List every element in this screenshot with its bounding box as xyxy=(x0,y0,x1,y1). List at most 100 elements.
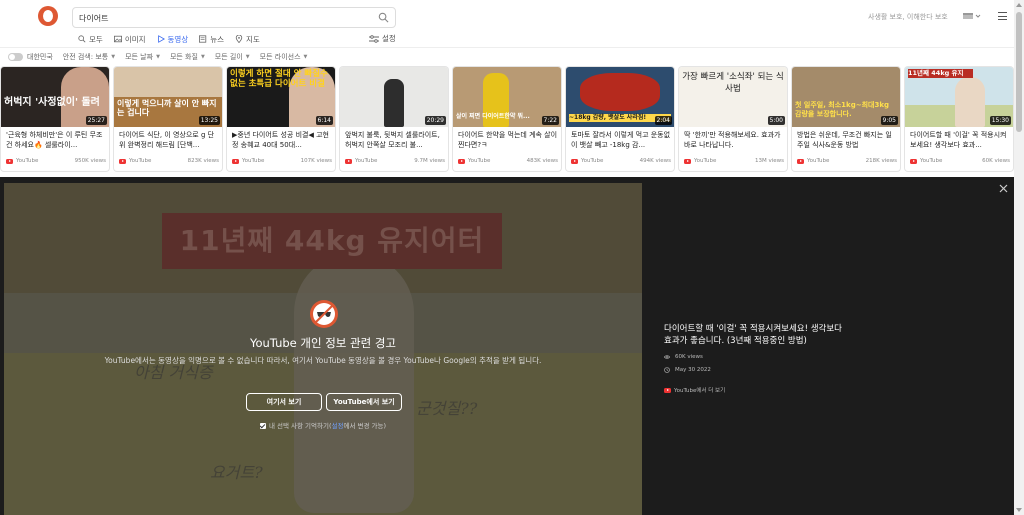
video-duration: 25:27 xyxy=(85,116,107,125)
date-filter[interactable]: 모든 날짜 ▼ xyxy=(125,52,160,62)
scrollbar-thumb[interactable] xyxy=(1016,12,1022,132)
tab-news[interactable]: 뉴스 xyxy=(199,34,224,44)
video-detail-title[interactable]: 다이어트할 때 '이걸' 꼭 적용시켜보세요! 생각보다 효과가 좋습니다. (… xyxy=(664,323,844,347)
more-on-youtube-link[interactable]: YouTube에서 더 보기 xyxy=(664,386,844,394)
quality-filter[interactable]: 모든 화질 ▼ xyxy=(170,52,205,62)
video-title[interactable]: 다이어트 한약을 먹는데 계속 살이 찐다면?ㅋ xyxy=(458,130,558,150)
settings-button[interactable]: 설정 xyxy=(369,33,396,44)
video-title[interactable]: ▶중년 다이어트 성공 비결◀ 고현정 송혜교 40대 50대... xyxy=(232,130,332,150)
video-card[interactable]: 가장 빠르게 '소식좌' 되는 식사법 5:00 딱 '한끼'만 적용해보세요.… xyxy=(679,67,787,171)
video-card[interactable]: 20:29 앞벅지 불룩, 뒷벅지 셀룰라이트, 허벅지 안쪽살 모조리 불..… xyxy=(340,67,448,171)
video-source: YouTube xyxy=(807,158,830,164)
hamburger-menu-icon[interactable] xyxy=(998,12,1007,20)
remember-choice: 내 선택 사항 기억하기(설정에서 변경 가능) xyxy=(4,420,642,430)
tab-images[interactable]: 이미지 xyxy=(113,34,146,44)
video-views: 9.7M views xyxy=(414,158,445,164)
video-card[interactable]: 허벅지 '사정없이' 돌려 25:27 '근육형 하체비만'은 이 루틴 무조건… xyxy=(1,67,109,171)
thumbnail-caption: 이렇게 먹으니까 살이 안 빠지는 겁니다 xyxy=(117,99,217,117)
tab-maps[interactable]: 지도 xyxy=(235,34,260,44)
video-source: YouTube xyxy=(694,158,717,164)
watch-here-button[interactable]: 여기서 보기 xyxy=(246,393,322,411)
youtube-icon xyxy=(458,158,465,164)
video-thumbnail[interactable]: 이렇게 하면 절대 안 빠질수없는 초특급 다이어트 비결 6:14 xyxy=(227,67,335,127)
video-info-panel: 다이어트할 때 '이걸' 꼭 적용시켜보세요! 생각보다 효과가 좋습니다. (… xyxy=(664,323,844,394)
video-thumbnail[interactable]: 허벅지 '사정없이' 돌려 25:27 xyxy=(1,67,109,127)
video-detail-overlay: 11년째 44kg 유지어터 아침 거식증 군것질?? 요거트? YouTube… xyxy=(0,177,1014,515)
chevron-down-icon: ▼ xyxy=(200,54,205,60)
video-meta: YouTube 9.7M views xyxy=(345,158,445,164)
video-title[interactable]: 딱 '한끼'만 적용해보세요. 효과가 바로 나타납니다. xyxy=(684,130,784,150)
tab-label: 동영상 xyxy=(167,34,189,44)
video-detail-date: May 30 2022 xyxy=(664,367,844,373)
map-pin-icon xyxy=(235,35,243,43)
search-icon[interactable] xyxy=(378,12,389,23)
search-icon xyxy=(78,35,86,43)
tab-label: 지도 xyxy=(246,34,260,44)
youtube-privacy-warning: YouTube 개인 정보 관련 경고 YouTube에서는 동영상을 익명으로… xyxy=(4,183,642,515)
image-icon xyxy=(113,35,122,43)
scroll-down-arrow-icon[interactable] xyxy=(1016,508,1022,512)
region-filter[interactable]: 대한민국 xyxy=(8,52,53,62)
video-card[interactable]: ~18kg 감량, 뱃살도 사라짐! 2:04 토마토 잘라서 이렇게 먹고 운… xyxy=(566,67,674,171)
region-flag-icon[interactable] xyxy=(963,12,981,20)
close-icon[interactable] xyxy=(999,184,1008,193)
video-thumbnail[interactable]: ~18kg 감량, 뱃살도 사라짐! 2:04 xyxy=(566,67,674,127)
video-card[interactable]: 이렇게 하면 절대 안 빠질수없는 초특급 다이어트 비결 6:14 ▶중년 다… xyxy=(227,67,335,171)
video-views: 13M views xyxy=(754,158,784,164)
youtube-icon xyxy=(664,387,671,393)
settings-link[interactable]: 설정 xyxy=(332,422,344,430)
video-meta: YouTube 483K views xyxy=(458,158,558,164)
video-card[interactable]: 11년째 44kg 유지 15:30 다이어트할 때 '이걸' 꼭 적용시켜보세… xyxy=(905,67,1013,171)
video-title[interactable]: 다이어트 식단, 이 영상으로 g 단위 완벽정리 해드림 [단백... xyxy=(119,130,219,150)
page-scrollbar[interactable] xyxy=(1014,0,1024,515)
header-divider xyxy=(0,47,1014,48)
tab-all[interactable]: 모두 xyxy=(78,34,103,44)
remember-checkbox[interactable] xyxy=(259,423,266,429)
region-toggle[interactable] xyxy=(8,53,23,61)
privacy-warning-icon xyxy=(310,300,338,328)
privacy-warning-title: YouTube 개인 정보 관련 경고 xyxy=(249,336,397,350)
header-privacy-text[interactable]: 사생활 보호, 이해한다 보호 xyxy=(868,12,948,22)
watch-on-youtube-button[interactable]: YouTube에서 보기 xyxy=(326,393,402,411)
scroll-up-arrow-icon[interactable] xyxy=(1016,3,1022,7)
video-thumbnail[interactable]: 이렇게 먹으니까 살이 안 빠지는 겁니다 13:25 xyxy=(114,67,222,127)
remember-suffix: 에서 변경 가능) xyxy=(343,422,387,430)
video-title[interactable]: '근육형 하체비만'은 이 루틴 무조건 하세요🔥 셀룰라이... xyxy=(6,130,106,150)
video-thumbnail[interactable]: 첫 일주일, 최소1kg~최대3kg 감량을 보장합니다. 9:05 xyxy=(792,67,900,127)
video-thumbnail[interactable]: 살이 찌면 다이어트한약 뭐... 7:22 xyxy=(453,67,561,127)
video-meta: YouTube 107K views xyxy=(232,158,332,164)
length-filter[interactable]: 모든 길이 ▼ xyxy=(215,52,250,62)
license-label: 모든 라이선스 xyxy=(259,53,301,61)
video-card[interactable]: 살이 찌면 다이어트한약 뭐... 7:22 다이어트 한약을 먹는데 계속 살… xyxy=(453,67,561,171)
video-meta: YouTube 950K views xyxy=(6,158,106,164)
video-thumbnail[interactable]: 가장 빠르게 '소식좌' 되는 식사법 5:00 xyxy=(679,67,787,127)
safe-search-filter[interactable]: 안전 검색: 보통 ▼ xyxy=(63,52,115,62)
search-input[interactable] xyxy=(79,11,369,25)
video-views: 107K views xyxy=(300,158,332,164)
video-views: 823K views xyxy=(187,158,219,164)
video-title[interactable]: 앞벅지 불룩, 뒷벅지 셀룰라이트, 허벅지 안쪽살 모조리 불... xyxy=(345,130,445,150)
date-label: 모든 날짜 xyxy=(125,53,154,61)
video-thumbnail[interactable]: 11년째 44kg 유지 15:30 xyxy=(905,67,1013,127)
video-source: YouTube xyxy=(242,158,265,164)
video-title[interactable]: 토마토 잘라서 이렇게 먹고 운동없이 뱃살 빼고 -18kg 감... xyxy=(571,130,671,150)
video-thumbnail[interactable]: 20:29 xyxy=(340,67,448,127)
video-duration: 13:25 xyxy=(198,116,220,125)
video-meta: YouTube 60K views xyxy=(910,158,1010,164)
date-text: May 30 2022 xyxy=(675,367,711,373)
video-title[interactable]: 다이어트할 때 '이걸' 꼭 적용시켜보세요! 생각보다 효과... xyxy=(910,130,1010,150)
video-source: YouTube xyxy=(129,158,152,164)
video-title[interactable]: 방법은 쉬운데, 무조건 빠지는 일주일 식사&운동 방법 xyxy=(797,130,897,150)
duckduckgo-logo[interactable] xyxy=(38,6,58,26)
video-card[interactable]: 첫 일주일, 최소1kg~최대3kg 감량을 보장합니다. 9:05 방법은 쉬… xyxy=(792,67,900,171)
video-card[interactable]: 이렇게 먹으니까 살이 안 빠지는 겁니다 13:25 다이어트 식단, 이 영… xyxy=(114,67,222,171)
privacy-warning-body: YouTube에서는 동영상을 익명으로 볼 수 없습니다 따라서, 여기서 Y… xyxy=(104,356,542,365)
video-grid: 허벅지 '사정없이' 돌려 25:27 '근육형 하체비만'은 이 루틴 무조건… xyxy=(1,67,1013,171)
license-filter[interactable]: 모든 라이선스 ▼ xyxy=(260,52,308,62)
video-meta: YouTube 823K views xyxy=(119,158,219,164)
search-bar xyxy=(72,7,396,28)
tab-videos[interactable]: 동영상 xyxy=(157,34,189,44)
video-views: 950K views xyxy=(74,158,106,164)
video-source: YouTube xyxy=(16,158,39,164)
filter-bar: 대한민국 안전 검색: 보통 ▼ 모든 날짜 ▼ 모든 화질 ▼ 모든 길이 ▼ 모든 … xyxy=(8,52,317,62)
